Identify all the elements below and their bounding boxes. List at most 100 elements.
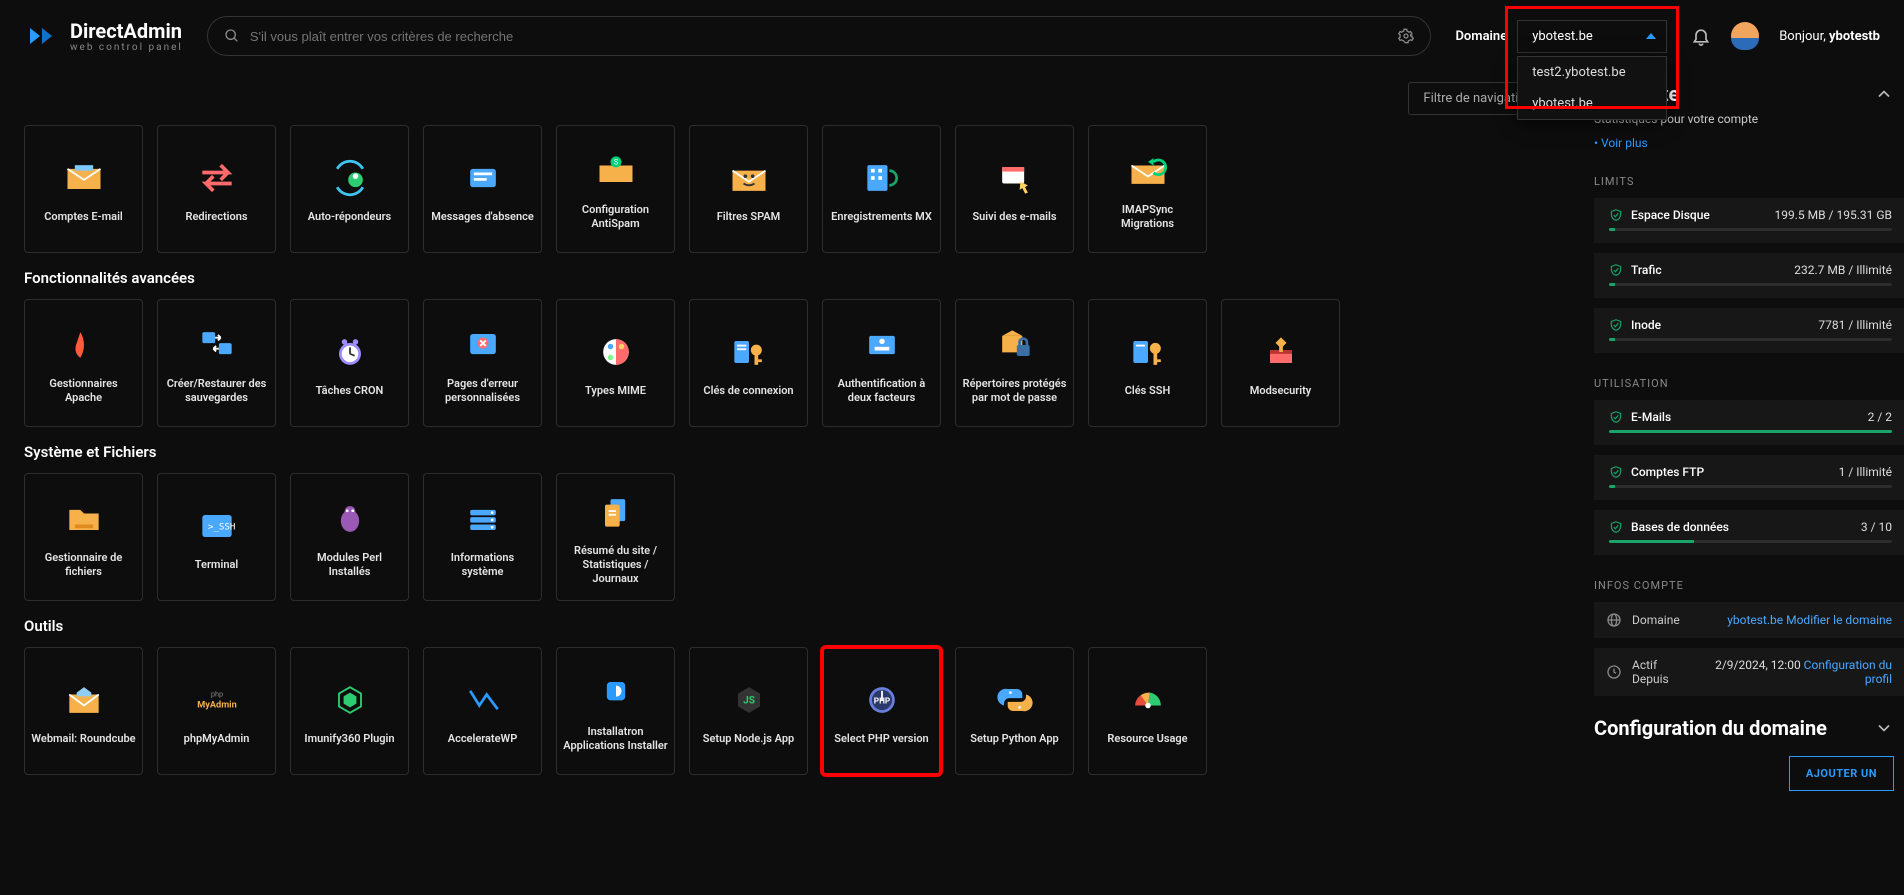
tile-mx[interactable]: Enregistrements MX: [822, 125, 941, 253]
tile-terminal[interactable]: >_SSHTerminal: [157, 473, 276, 601]
info-active-value: 2/9/2024, 12:00: [1715, 658, 1801, 672]
tile-php[interactable]: PHP Select PHP version: [822, 647, 941, 775]
notifications-icon[interactable]: [1691, 26, 1711, 46]
svg-text:MyAdmin: MyAdmin: [197, 700, 236, 710]
tile-protected[interactable]: Répertoires protégés par mot de passe: [955, 299, 1074, 427]
tile-acceleratewp[interactable]: AccelerateWP: [423, 647, 542, 775]
tile-vacation[interactable]: Messages d'absence: [423, 125, 542, 253]
tile-backup[interactable]: Créer/Restaurer des sauvegardes: [157, 299, 276, 427]
limits-heading: LIMITS: [1594, 175, 1904, 188]
search-settings-icon[interactable]: [1398, 28, 1414, 44]
tile-mime[interactable]: Types MIME: [556, 299, 675, 427]
acceleratewp-icon: [459, 676, 507, 724]
section-title-tools: Outils: [24, 617, 1570, 635]
tile-label: phpMyAdmin: [184, 732, 250, 746]
tile-python[interactable]: Setup Python App: [955, 647, 1074, 775]
modsec-icon: [1257, 328, 1305, 376]
mx-icon: [858, 154, 906, 202]
tile-stats[interactable]: Résumé du site / Statistiques / Journaux: [556, 473, 675, 601]
tile-modsec[interactable]: Modsecurity: [1221, 299, 1340, 427]
domain-option[interactable]: ybotest.be: [1518, 88, 1666, 119]
apache-icon: [60, 321, 108, 369]
tile-mail[interactable]: Comptes E-mail: [24, 125, 143, 253]
tile-label: Clés de connexion: [703, 384, 793, 398]
tile-label: AccelerateWP: [448, 732, 518, 746]
antispam-icon: S: [592, 147, 640, 195]
installatron-icon: [592, 669, 640, 717]
stat-value: 7781 / Illimité: [1818, 318, 1892, 332]
info-heading: INFOS COMPTE: [1594, 579, 1904, 592]
usage-list: E-Mails 2 / 2 Comptes FTP 1 / Illimité B…: [1594, 400, 1904, 555]
info-domain-edit-link[interactable]: Modifier le domaine: [1786, 613, 1892, 627]
tiles-system: Gestionnaire de fichiers>_SSHTerminalMod…: [24, 473, 1570, 601]
tile-label: Tâches CRON: [316, 384, 384, 398]
tile-roundcube[interactable]: Webmail: Roundcube: [24, 647, 143, 775]
info-domain-value[interactable]: ybotest.be: [1727, 613, 1783, 627]
tile-label: Configuration AntiSpam: [563, 203, 668, 232]
tile-label: Comptes E-mail: [44, 210, 123, 224]
usage-heading: UTILISATION: [1594, 377, 1904, 390]
tile-label: Select PHP version: [834, 732, 928, 746]
tile-spamfilter[interactable]: Filtres SPAM: [689, 125, 808, 253]
search-input[interactable]: [250, 29, 1389, 44]
top-bar: DirectAdmin web control panel Domaine yb…: [0, 0, 1904, 72]
backup-icon: [193, 321, 241, 369]
stat-row: Trafic 232.7 MB / Illimité: [1594, 253, 1904, 298]
tile-label: Gestionnaires Apache: [31, 377, 136, 406]
stat-name: Comptes FTP: [1631, 465, 1831, 479]
tile-files[interactable]: Gestionnaire de fichiers: [24, 473, 143, 601]
loginkey-icon: [725, 328, 773, 376]
tile-resource[interactable]: Resource Usage: [1088, 647, 1207, 775]
section-title-advanced: Fonctionnalités avancées: [24, 269, 1570, 287]
tile-track[interactable]: Suivi des e-mails: [955, 125, 1074, 253]
info-profile-link[interactable]: Configuration du profil: [1804, 658, 1892, 686]
tile-autoresponder[interactable]: Auto-répondeurs: [290, 125, 409, 253]
tile-redirect[interactable]: Redirections: [157, 125, 276, 253]
tile-sysinfo[interactable]: Informations système: [423, 473, 542, 601]
roundcube-icon: [60, 676, 108, 724]
stat-value: 2 / 2: [1868, 410, 1892, 424]
tile-label: Redirections: [185, 210, 247, 224]
tile-installatron[interactable]: Installatron Applications Installer: [556, 647, 675, 775]
tile-2fa[interactable]: Authentification à deux facteurs: [822, 299, 941, 427]
php-icon: PHP: [858, 676, 906, 724]
brand-logo[interactable]: DirectAdmin web control panel: [24, 18, 183, 54]
spamfilter-icon: [725, 154, 773, 202]
sysinfo-icon: [459, 495, 507, 543]
tile-apache[interactable]: Gestionnaires Apache: [24, 299, 143, 427]
add-button[interactable]: AJOUTER UN: [1789, 756, 1894, 791]
header-actions: Bonjour, ybotestb: [1691, 22, 1880, 50]
svg-text:S: S: [613, 157, 618, 166]
domain-option[interactable]: test2.ybotest.be: [1518, 57, 1666, 88]
stat-value: 1 / Illimité: [1839, 465, 1892, 479]
tile-sshkey[interactable]: Clés SSH: [1088, 299, 1207, 427]
search-bar[interactable]: [207, 16, 1432, 56]
domain-label: Domaine: [1455, 29, 1507, 44]
stat-row: Bases de données 3 / 10: [1594, 510, 1904, 555]
see-more-link[interactable]: • Voir plus: [1594, 136, 1648, 150]
shield-ok-icon: [1609, 208, 1623, 222]
collapse-icon[interactable]: [1874, 84, 1894, 104]
tile-cron[interactable]: Tâches CRON: [290, 299, 409, 427]
tile-label: Auto-répondeurs: [308, 210, 391, 224]
tile-perl[interactable]: Modules Perl Installés: [290, 473, 409, 601]
tile-loginkey[interactable]: Clés de connexion: [689, 299, 808, 427]
tile-label: Resource Usage: [1107, 732, 1187, 746]
stat-row: Espace Disque 199.5 MB / 195.31 GB: [1594, 198, 1904, 243]
tile-nodejs[interactable]: JSSetup Node.js App: [689, 647, 808, 775]
tile-antispam[interactable]: S Configuration AntiSpam: [556, 125, 675, 253]
stat-row: Comptes FTP 1 / Illimité: [1594, 455, 1904, 500]
clock-icon: [1606, 664, 1622, 680]
expand-icon[interactable]: [1874, 718, 1894, 738]
avatar[interactable]: [1731, 22, 1759, 50]
domain-select[interactable]: ybotest.be: [1517, 20, 1667, 53]
globe-icon: [1606, 612, 1622, 628]
tile-imunify[interactable]: Imunify360 Plugin: [290, 647, 409, 775]
domain-selector-area: Domaine ybotest.be test2.ybotest.be ybot…: [1455, 20, 1667, 53]
tile-label: Setup Node.js App: [703, 732, 794, 746]
tile-imapsync[interactable]: IMAPSync Migrations: [1088, 125, 1207, 253]
errorpage-icon: [459, 321, 507, 369]
tile-label: Installatron Applications Installer: [563, 725, 668, 754]
tile-errorpage[interactable]: Pages d'erreur personnalisées: [423, 299, 542, 427]
tile-phpmyadmin[interactable]: phpMyAdminphpMyAdmin: [157, 647, 276, 775]
